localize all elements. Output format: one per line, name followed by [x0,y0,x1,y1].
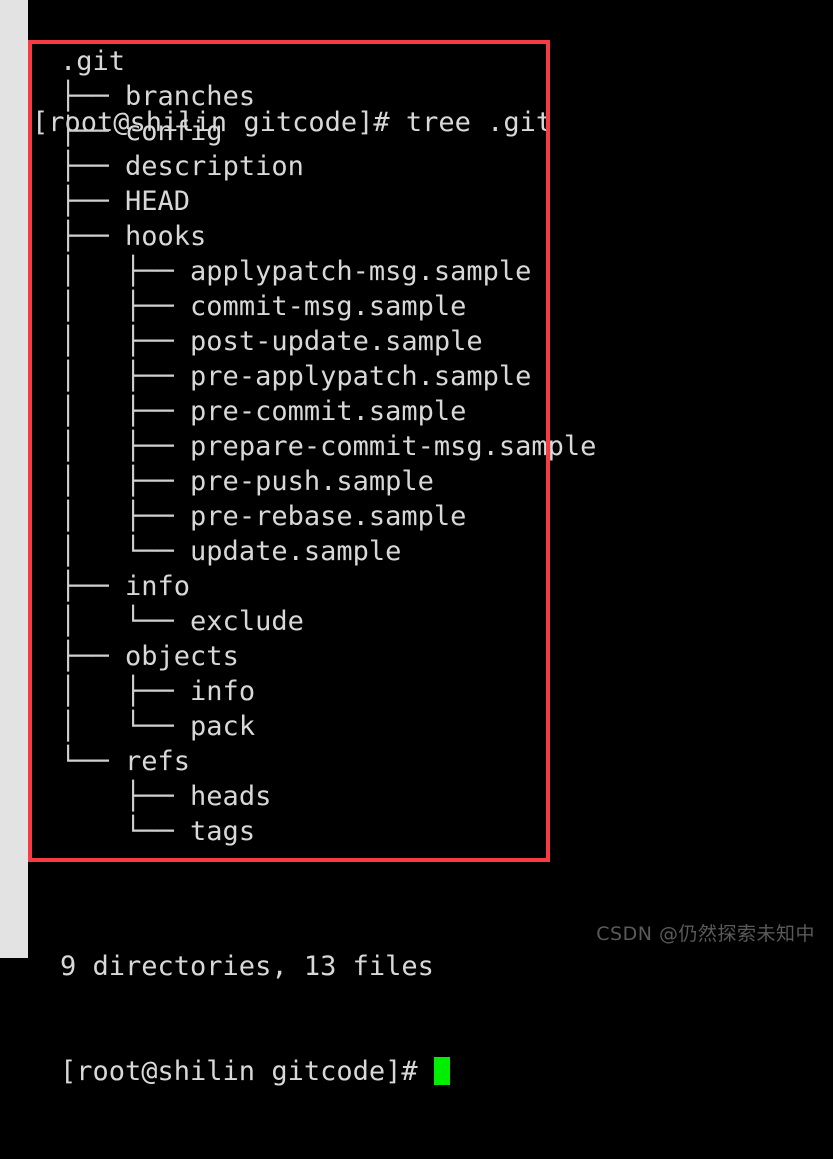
tree-row: │ ├── applypatch-msg.sample [60,254,830,289]
tree-entry-name: pre-push.sample [190,466,434,497]
tree-branch-connector: ├── [60,641,126,672]
tree-row: └── tags [60,814,830,849]
tree-row: ├── branches [60,79,830,114]
tree-branch-connector: │ ├── [60,396,191,427]
tree-entry-name: pack [190,711,256,742]
tree-row: └── refs [60,744,830,779]
tree-branch-connector: │ └── [60,536,191,567]
tree-branch-connector: │ ├── [60,431,191,462]
tree-branch-connector: ├── [60,571,126,602]
tree-branch-connector: │ ├── [60,466,191,497]
tree-row: .git [60,44,830,79]
final-prompt-line: [root@shilin gitcode]# [60,1054,830,1089]
tree-row: │ ├── pre-commit.sample [60,394,830,429]
text-cursor [433,1057,450,1085]
tree-row: │ └── pack [60,709,830,744]
tree-branch-connector: │ ├── [60,361,191,392]
tree-entry-name: applypatch-msg.sample [190,256,532,287]
tree-entry-name: heads [190,781,272,812]
tree-entry-name: description [125,151,304,182]
tree-branch-connector: ├── [60,221,126,252]
tree-row: ├── description [60,149,830,184]
tree-branch-connector: ├── [60,186,126,217]
final-prompt-text: [root@shilin gitcode]# [60,1056,434,1087]
tree-row: ├── HEAD [60,184,830,219]
tree-row: ├── info [60,569,830,604]
tree-row: │ ├── pre-applypatch.sample [60,359,830,394]
tree-entry-name: tags [190,816,256,847]
watermark: CSDN @仍然探索未知中 [596,923,815,945]
tree-row: │ └── exclude [60,604,830,639]
tree-entry-name: pre-commit.sample [190,396,467,427]
tree-output: .git ├── branches ├── config ├── descriptio… [60,44,830,849]
terminal-window[interactable]: [root@shilin gitcode]# tree .git .git ├──… [28,0,833,1087]
page-left-gutter [0,0,28,958]
tree-row: │ ├── pre-push.sample [60,464,830,499]
tree-row: ├── objects [60,639,830,674]
tree-branch-connector: │ └── [60,606,191,637]
tree-branch-connector: │ ├── [60,501,191,532]
tree-branch-connector: │ ├── [60,256,191,287]
tree-entry-name: post-update.sample [190,326,483,357]
tree-row: │ ├── info [60,674,830,709]
tree-branch-connector: ├── [60,81,126,112]
tree-row: ├── heads [60,779,830,814]
tree-entry-name: pre-rebase.sample [190,501,467,532]
tree-branch-connector: ├── [60,116,126,147]
tree-entry-name: pre-applypatch.sample [190,361,532,392]
tree-entry-name: info [190,676,256,707]
tree-row: │ ├── post-update.sample [60,324,830,359]
tree-entry-name: .git [60,46,126,77]
tree-entry-name: exclude [190,606,304,637]
tree-row: ├── config [60,114,830,149]
tree-entry-name: commit-msg.sample [190,291,467,322]
tree-branch-connector: ├── [60,151,126,182]
tree-entry-name: branches [125,81,256,112]
tree-entry-name: HEAD [125,186,191,217]
tree-row: ├── hooks [60,219,830,254]
tree-entry-name: config [125,116,223,147]
tree-branch-connector: └── [60,746,126,777]
tree-entry-name: update.sample [190,536,402,567]
tree-row: │ └── update.sample [60,534,830,569]
tree-branch-connector: │ ├── [60,676,191,707]
tree-branch-connector: └── [60,816,191,847]
tree-entry-name: info [125,571,191,602]
tree-entry-name: refs [125,746,191,777]
tree-branch-connector: │ ├── [60,326,191,357]
tree-entry-name: prepare-commit-msg.sample [190,431,597,462]
tree-branch-connector: │ ├── [60,291,191,322]
tree-branch-connector: ├── [60,781,191,812]
tree-entry-name: objects [125,641,239,672]
tree-branch-connector: │ └── [60,711,191,742]
tree-summary: 9 directories, 13 files [60,951,434,982]
tree-row: │ ├── commit-msg.sample [60,289,830,324]
tree-row: │ ├── pre-rebase.sample [60,499,830,534]
tree-entry-name: hooks [125,221,207,252]
tree-row: │ ├── prepare-commit-msg.sample [60,429,830,464]
